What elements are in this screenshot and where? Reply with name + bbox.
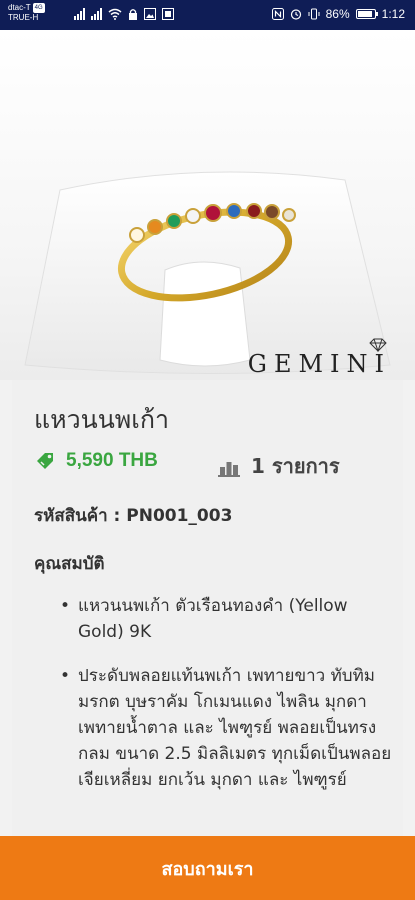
battery-percent: 86% [325,7,350,21]
properties-list: แหวนนพเก้า ตัวเรือนทองคำ (Yellow Gold) 9… [58,593,393,811]
product-quantity: 1 รายการ [251,454,340,478]
status-bar: dtac-T 4G TRUE-H 86% 1:12 [0,0,415,30]
price-tag-icon [37,453,53,469]
alarm-icon [290,9,301,20]
gallery-icon [162,8,174,20]
carrier-secondary: TRUE-H [8,13,39,23]
price-row: 5,590 THB [34,450,158,472]
notification-icons [74,8,174,20]
quantity-row: 1 รายการ [217,450,340,482]
status-right: 86% 1:12 [271,7,405,21]
carrier-primary: dtac-T [8,3,31,13]
property-item: แหวนนพเก้า ตัวเรือนทองคำ (Yellow Gold) 9… [58,593,393,645]
brand-watermark: GEMINI [247,350,391,378]
clock: 1:12 [381,7,405,21]
product-sku: รหัสสินค้า : PN001_003 [34,506,233,526]
properties-heading: คุณสมบัติ [34,554,105,574]
property-item: ประดับพลอยแท้นพเก้า เพทายขาว ทับทิม มรกต… [58,663,393,793]
carrier-info: dtac-T 4G TRUE-H [8,3,45,23]
contact-us-button[interactable]: สอบถามเรา [0,836,415,900]
vibrate-icon [308,8,320,20]
nfc-icon [271,8,284,20]
lock-icon [129,9,137,20]
product-price: 5,590 THB [66,450,158,471]
ring-cushion [159,261,251,367]
product-image[interactable]: GEMINI [0,30,415,380]
product-title: แหวนนพเก้า [34,405,170,434]
ring-photo [24,171,391,374]
product-info-card: แหวนนพเก้า 5,590 THB 1 รายการ รหัสสินค้า… [12,380,403,840]
signal-icon [74,8,85,20]
battery-icon [355,9,378,19]
wifi-icon [108,8,122,20]
image-icon [144,8,156,20]
network-type-badge: 4G [32,3,45,13]
stock-icon [218,462,240,477]
signal-2-icon [91,8,102,20]
